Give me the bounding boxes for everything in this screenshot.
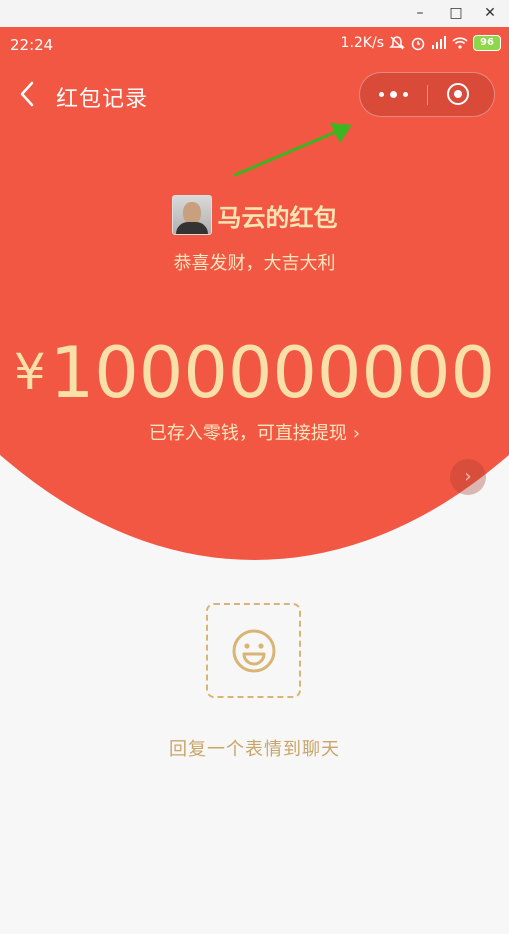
avatar-face (182, 202, 201, 224)
sender-name: 马云的红包 (217, 203, 338, 232)
network-speed: 1.2K/s (340, 35, 384, 51)
saved-text: 已存入零钱，可直接提现 (148, 423, 347, 444)
alarm-icon (411, 37, 425, 51)
sender-avatar[interactable] (171, 195, 212, 235)
more-menu-button[interactable] (360, 73, 427, 116)
back-arrow-icon[interactable] (16, 80, 40, 108)
mini-program-capsule (359, 72, 495, 117)
app-screen: 22:24 1.2K/s 96 红包记录 马云的红包 恭喜发财，大吉大利 ¥10… (0, 27, 509, 934)
annotation-arrow-icon (233, 123, 352, 177)
wifi-icon (452, 37, 468, 49)
next-arrow-button[interactable]: › (450, 459, 486, 495)
currency-symbol: ¥ (13, 343, 46, 401)
chevron-right-icon: › (352, 423, 361, 444)
signal-icon (432, 36, 446, 49)
window-titlebar: – □ ✕ (0, 0, 509, 28)
exit-target-icon[interactable] (447, 83, 469, 105)
status-time: 22:24 (10, 36, 54, 54)
close-window-button[interactable]: ✕ (479, 3, 501, 23)
smiley-icon (232, 629, 275, 672)
status-bar: 22:24 1.2K/s 96 (0, 27, 509, 63)
greeting-text: 恭喜发财，大吉大利 (173, 253, 336, 274)
more-dots-icon (379, 92, 384, 97)
page-title: 红包记录 (56, 87, 149, 112)
reply-hint: 回复一个表情到聊天 (169, 739, 340, 760)
sender-row: 马云的红包 (0, 195, 509, 235)
amount-value: 1000000000 (49, 332, 496, 414)
more-dot-right (403, 92, 408, 97)
amount-display: ¥1000000000 (0, 330, 509, 415)
mute-icon (389, 36, 405, 50)
reply-emoji-button[interactable] (206, 603, 301, 698)
avatar-body (175, 222, 208, 234)
more-dot-center (390, 91, 397, 98)
capsule-divider (427, 85, 428, 105)
battery-icon: 96 (473, 35, 501, 51)
minimize-button[interactable]: – (409, 3, 431, 23)
maximize-button[interactable]: □ (445, 3, 467, 23)
saved-to-wallet-link[interactable]: 已存入零钱，可直接提现 › (0, 419, 509, 445)
